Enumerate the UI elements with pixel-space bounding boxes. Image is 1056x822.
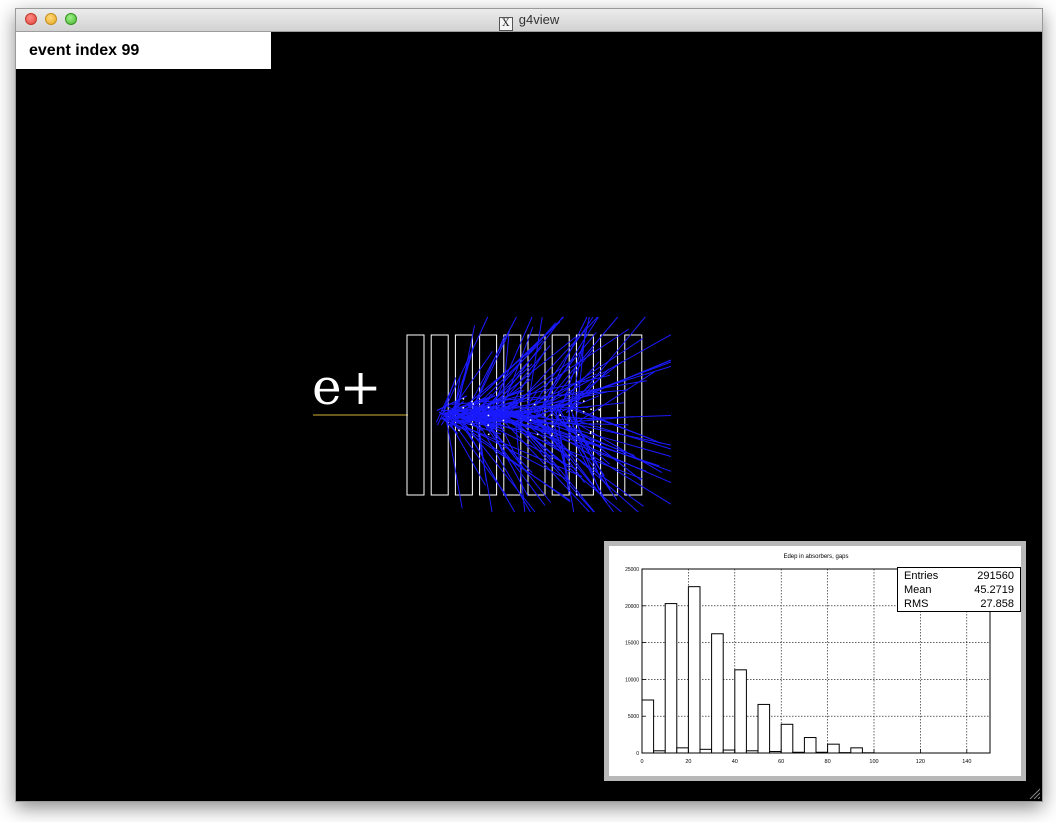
shower-track [486, 346, 542, 409]
detector-layer [406, 334, 425, 496]
histogram-bar [734, 669, 747, 754]
hit-point [536, 433, 539, 436]
histogram-bar [711, 633, 724, 754]
x11-icon: X [498, 17, 513, 31]
x-tick-label: 140 [962, 759, 971, 765]
x-tick-label: 120 [916, 759, 925, 765]
hit-point [462, 406, 465, 409]
hit-point [551, 425, 554, 428]
hit-point [598, 409, 601, 411]
histogram-bar [641, 699, 655, 754]
resize-grip-icon[interactable] [1028, 787, 1040, 799]
hit-point [533, 403, 536, 406]
shower-track [498, 415, 590, 513]
hit-point [577, 433, 580, 436]
stats-row-rms: RMS 27.858 [904, 598, 1014, 612]
y-tick-label: 10000 [625, 677, 639, 683]
x-tick-label: 60 [778, 759, 784, 765]
histogram-bar [699, 748, 713, 754]
hit-point [590, 408, 592, 411]
x-tick-label: 40 [732, 759, 738, 765]
particle-label: e+ [312, 358, 381, 416]
hit-point [470, 423, 473, 426]
x-tick-label: 80 [825, 759, 831, 765]
histogram-bar [780, 723, 794, 754]
histogram-bar [803, 737, 817, 754]
hit-point [487, 433, 490, 436]
shower-tracks [435, 316, 672, 513]
hit-point [618, 409, 620, 412]
hit-point [472, 403, 475, 405]
y-tick-label: 25000 [625, 567, 639, 573]
hit-point [487, 414, 490, 417]
x-tick-label: 100 [869, 759, 878, 765]
histogram-title: Edep in absorbers, gaps [783, 554, 848, 560]
shower-track [538, 424, 672, 484]
y-tick-label: 20000 [625, 604, 639, 610]
hit-point [462, 397, 465, 400]
hit-point [582, 410, 585, 413]
y-tick-label: 0 [636, 751, 639, 757]
hit-point [596, 420, 599, 423]
hit-point [458, 429, 460, 432]
stats-mean-value: 45.2719 [974, 584, 1014, 596]
title-bar[interactable]: Xg4view [16, 9, 1042, 32]
window-title-group: Xg4view [16, 12, 1042, 31]
histogram-bar [757, 703, 771, 754]
histogram-bar [664, 603, 678, 754]
x-tick-label: 0 [640, 759, 643, 765]
hit-point [487, 424, 490, 427]
hit-point [502, 419, 505, 422]
shower-track [513, 422, 595, 513]
stats-row-entries: Entries 291560 [904, 570, 1014, 584]
stats-entries-value: 291560 [977, 570, 1014, 582]
shower-track [571, 425, 642, 481]
hit-point [589, 432, 592, 435]
stats-rms-value: 27.858 [980, 598, 1014, 610]
hit-point [487, 406, 490, 409]
hit-point [559, 414, 562, 416]
hit-point [471, 400, 473, 403]
histogram-bar [850, 747, 863, 754]
y-tick-label: 5000 [628, 714, 639, 720]
y-tick-label: 15000 [625, 641, 639, 647]
stats-entries-label: Entries [904, 570, 939, 582]
hit-point [550, 434, 553, 437]
histogram-bar [827, 743, 840, 754]
window-title: g4view [518, 12, 560, 27]
hit-point [529, 419, 532, 422]
stats-row-mean: Mean 45.2719 [904, 584, 1014, 598]
stats-mean-label: Mean [904, 584, 932, 596]
hit-point [582, 400, 585, 403]
x-tick-label: 20 [685, 759, 691, 765]
stats-rms-label: RMS [904, 598, 929, 610]
histogram-bar [687, 586, 701, 754]
histogram-bar [676, 747, 689, 754]
stats-box: Entries 291560 Mean 45.2719 RMS 27.858 [897, 567, 1021, 612]
hit-point [550, 414, 553, 416]
g4view-window: Xg4view event index 99 e+ Edep in absorb… [15, 8, 1043, 802]
detector-layer [600, 334, 619, 496]
viewer-canvas[interactable]: event index 99 e+ Edep in absorbers, gap… [16, 32, 1042, 801]
hit-point [571, 409, 573, 412]
